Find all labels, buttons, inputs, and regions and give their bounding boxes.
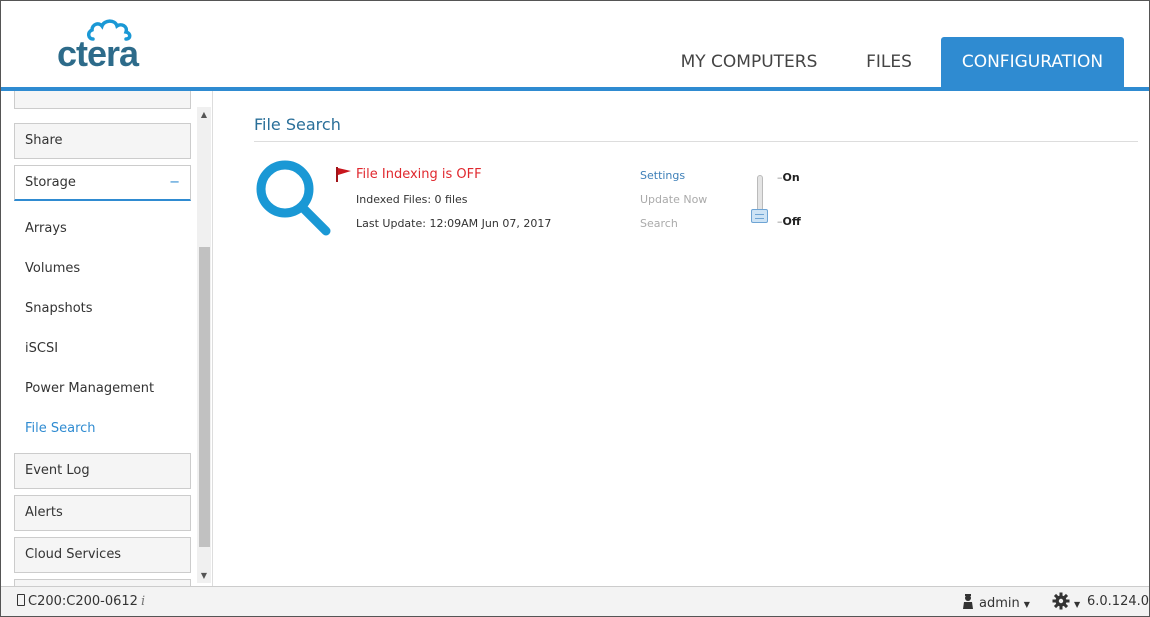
device-icon [17, 594, 25, 606]
sidebar-scroll-thumb[interactable] [199, 247, 210, 547]
toggle-on-label: –On [777, 171, 800, 184]
app-window: ctera MY COMPUTERS FILES CONFIGURATION S… [0, 0, 1150, 617]
sidebar-item-arrays[interactable]: Arrays [25, 221, 67, 236]
sidebar-item-power-management[interactable]: Power Management [25, 381, 154, 396]
settings-link[interactable]: Settings [640, 169, 685, 182]
sidebar-item-partial-bottom[interactable] [14, 579, 191, 586]
firmware-version: 6.0.124.0 [1087, 594, 1150, 609]
indexing-toggle-handle[interactable] [751, 209, 768, 223]
user-name: admin [979, 596, 1020, 611]
sidebar-item-snapshots[interactable]: Snapshots [25, 301, 93, 316]
info-icon[interactable]: i [141, 594, 145, 609]
indexing-status: File Indexing is OFF [356, 167, 482, 182]
update-now-link: Update Now [640, 193, 708, 206]
ctera-logo[interactable]: ctera [57, 19, 157, 74]
sidebar-item-alerts[interactable]: Alerts [14, 495, 191, 531]
page-title: File Search [254, 115, 341, 134]
toggle-off-label: –Off [777, 215, 801, 228]
user-icon [963, 594, 973, 609]
magnifier-icon [256, 160, 331, 236]
sidebar-item-cloud-services[interactable]: Cloud Services [14, 537, 191, 573]
scroll-down-icon[interactable]: ▼ [198, 570, 210, 582]
search-link: Search [640, 217, 678, 230]
sidebar: Share Storage − Arrays Volumes Snapshots… [1, 91, 213, 586]
indexed-files-count: Indexed Files: 0 files [356, 193, 468, 206]
chevron-down-icon: ▼ [1023, 600, 1030, 609]
grip-lines-icon [755, 214, 764, 219]
tab-files[interactable]: FILES [849, 37, 929, 87]
gear-icon [1052, 592, 1070, 610]
collapse-icon[interactable]: − [169, 166, 180, 200]
main-content: File Search File Indexing is OFF Indexed… [214, 91, 1149, 586]
sidebar-item-iscsi[interactable]: iSCSI [25, 341, 58, 356]
last-update-time: Last Update: 12:09AM Jun 07, 2017 [356, 217, 552, 230]
sidebar-item-file-search[interactable]: File Search [25, 421, 96, 436]
tab-my-computers[interactable]: MY COMPUTERS [663, 37, 835, 87]
sidebar-item-label: Storage [25, 175, 76, 190]
logo-text: ctera [57, 33, 139, 74]
sidebar-item-partial[interactable] [14, 91, 191, 109]
sidebar-item-storage[interactable]: Storage − [14, 165, 191, 201]
chevron-down-icon: ▼ [1074, 600, 1081, 609]
settings-menu[interactable]: ▼ [1052, 592, 1080, 611]
device-name: C200:C200-0612 [28, 594, 138, 609]
device-info: C200:C200-0612 i [17, 594, 145, 609]
sidebar-item-share[interactable]: Share [14, 123, 191, 159]
scroll-up-icon[interactable]: ▲ [198, 109, 210, 121]
title-divider [254, 141, 1138, 142]
status-footer: C200:C200-0612 i admin ▼ ▼ 6.0.124.0 [1, 586, 1149, 616]
user-menu[interactable]: admin ▼ [962, 594, 1030, 611]
top-header: ctera MY COMPUTERS FILES CONFIGURATION [1, 1, 1149, 87]
tab-configuration[interactable]: CONFIGURATION [941, 37, 1124, 87]
toggle-off-text: Off [782, 215, 801, 228]
sidebar-item-event-log[interactable]: Event Log [14, 453, 191, 489]
sidebar-item-volumes[interactable]: Volumes [25, 261, 80, 276]
toggle-on-text: On [782, 171, 800, 184]
red-flag-icon [336, 167, 351, 182]
